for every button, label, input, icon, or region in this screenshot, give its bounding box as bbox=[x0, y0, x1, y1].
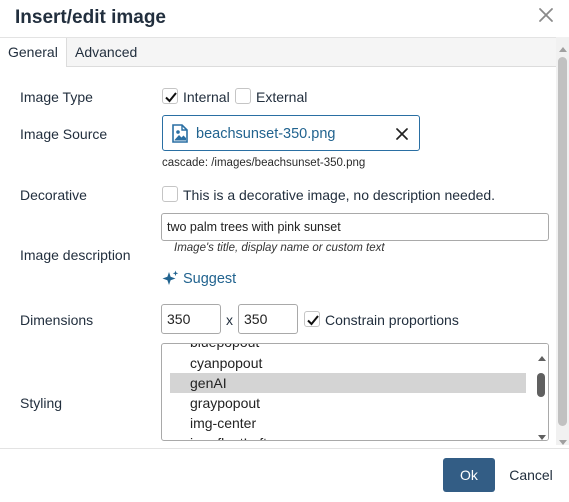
footer-divider bbox=[0, 448, 569, 449]
list-item[interactable]: cyanpopout bbox=[190, 353, 262, 373]
dialog-title: Insert/edit image bbox=[15, 7, 166, 28]
external-checkbox[interactable] bbox=[235, 88, 251, 104]
sparkle-icon[interactable] bbox=[162, 270, 179, 290]
cancel-button[interactable]: Cancel bbox=[506, 458, 556, 492]
styling-listbox[interactable]: bluepopout cyanpopout genAI graypopout i… bbox=[161, 343, 549, 441]
image-description-label: Image description bbox=[20, 247, 131, 263]
ok-button[interactable]: Ok bbox=[443, 458, 495, 492]
list-item[interactable]: img-center bbox=[190, 413, 256, 433]
image-source-label: Image Source bbox=[20, 126, 108, 142]
internal-checkbox[interactable] bbox=[162, 88, 178, 104]
height-input[interactable]: 350 bbox=[238, 304, 298, 334]
list-scroll-down-icon[interactable] bbox=[537, 429, 547, 440]
listbox-scrollbar-thumb[interactable] bbox=[537, 373, 545, 397]
decorative-checkbox-label: This is a decorative image, no descripti… bbox=[183, 187, 496, 203]
image-description-input[interactable]: two palm trees with pink sunset bbox=[161, 213, 549, 241]
image-source-field[interactable]: beachsunset-350.png bbox=[162, 115, 420, 151]
list-item[interactable]: img-floatLeft bbox=[190, 433, 267, 440]
close-icon[interactable] bbox=[537, 6, 555, 24]
width-input[interactable]: 350 bbox=[161, 304, 221, 334]
image-type-label: Image Type bbox=[20, 89, 93, 105]
list-item[interactable]: graypopout bbox=[190, 393, 260, 413]
external-label: External bbox=[256, 89, 308, 105]
list-item[interactable]: bluepopout bbox=[190, 344, 259, 352]
tab-advanced[interactable]: Advanced bbox=[67, 38, 145, 67]
decorative-checkbox[interactable] bbox=[162, 186, 178, 202]
tab-general[interactable]: General bbox=[0, 38, 67, 67]
image-description-hint: Image's title, display name or custom te… bbox=[174, 242, 385, 254]
decorative-label: Decorative bbox=[20, 187, 87, 203]
internal-label: Internal bbox=[183, 89, 230, 105]
dialog-scrollbar-thumb[interactable] bbox=[558, 57, 567, 426]
constrain-proportions-label: Constrain proportions bbox=[325, 312, 459, 328]
dimensions-label: Dimensions bbox=[20, 312, 94, 328]
scroll-up-icon[interactable] bbox=[558, 40, 568, 56]
dimensions-separator: x bbox=[226, 312, 233, 328]
clear-source-icon[interactable] bbox=[396, 127, 408, 143]
styling-label: Styling bbox=[20, 395, 63, 411]
list-scroll-up-icon[interactable] bbox=[537, 349, 547, 365]
image-file-icon bbox=[172, 124, 188, 146]
constrain-proportions-checkbox[interactable] bbox=[304, 311, 320, 327]
tab-bar: General Advanced bbox=[0, 37, 569, 67]
suggest-button[interactable]: Suggest bbox=[183, 270, 236, 288]
list-item-selected[interactable]: genAI bbox=[170, 373, 526, 393]
image-source-path: cascade: /images/beachsunset-350.png bbox=[162, 157, 366, 169]
image-source-filename[interactable]: beachsunset-350.png bbox=[196, 125, 335, 143]
